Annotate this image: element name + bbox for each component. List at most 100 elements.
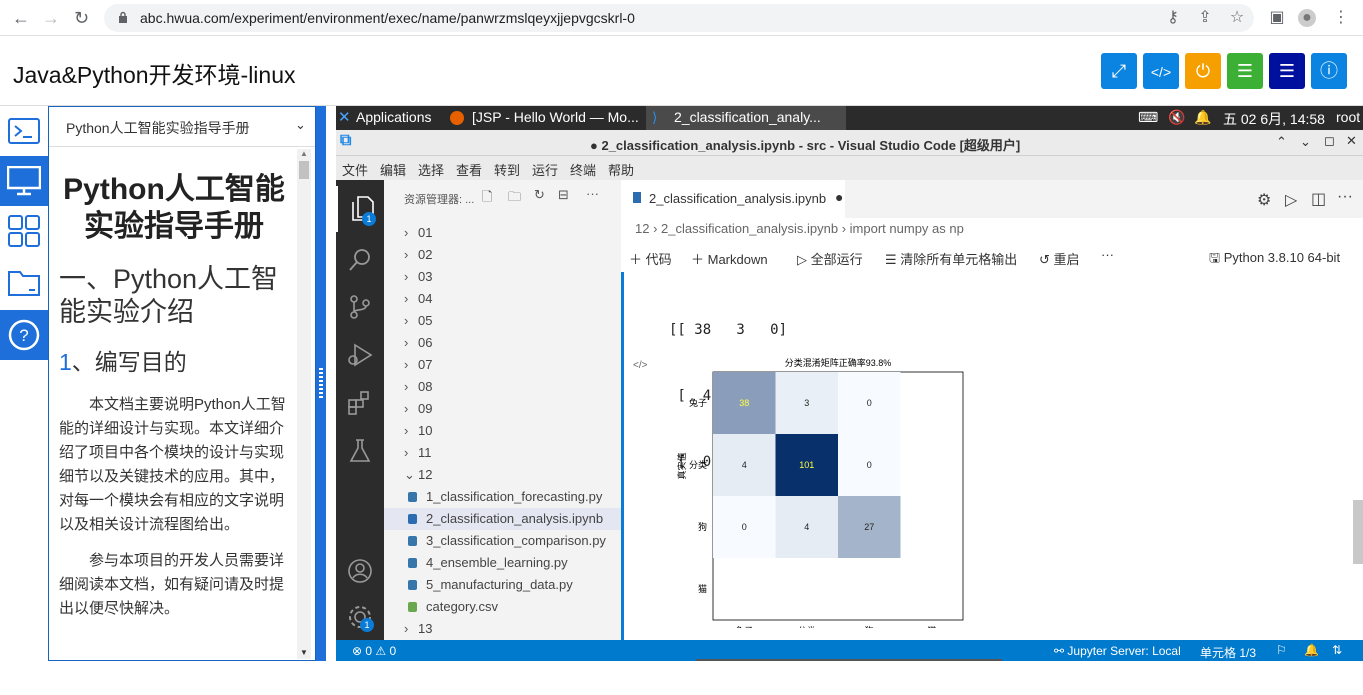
breadcrumb-symbol[interactable]: import numpy as np [850,221,964,236]
add-code-button[interactable]: ＋ 代码 [629,249,672,268]
star-icon[interactable]: ☆ [1228,9,1246,27]
new-folder-icon[interactable]: 🗀 [508,188,521,210]
tree-folder[interactable]: › 13 [384,618,621,640]
menu-go[interactable]: 转到 [494,160,520,179]
clear-outputs-button[interactable]: ☰ 清除所有单元格输出 [885,249,1017,268]
run-all-button[interactable]: ▷ 全部运行 [797,249,863,268]
debug-activity[interactable] [336,332,384,378]
back-icon[interactable]: ← [12,8,30,29]
editor-scrollbar-thumb[interactable] [1353,500,1363,564]
editor-more-icon[interactable]: ··· [1337,188,1353,206]
tree-file[interactable]: 1_classification_forecasting.py [384,486,621,508]
tree-file[interactable]: 4_ensemble_learning.py [384,552,621,574]
breadcrumb-file[interactable]: 2_classification_analysis.ipynb [661,221,838,236]
minimize-icon[interactable]: ⌃ [1276,134,1287,150]
task-jsp[interactable]: [JSP - Hello World — Mo... [472,109,639,125]
collapse-icon[interactable]: ⊟ [558,187,569,203]
tree-folder[interactable]: › 04 [384,288,621,310]
split-editor-icon[interactable]: ◫ [1311,189,1326,209]
settings-gear-icon[interactable]: ⚙ [1257,190,1271,210]
feedback-icon[interactable]: ⚐ [1276,643,1287,657]
unsaved-dot-icon[interactable]: ● [835,189,843,205]
fullscreen-button[interactable]: ⤢ [1101,53,1137,89]
mute-icon[interactable]: 🔇 [1168,109,1185,126]
extensions-activity[interactable] [336,380,384,426]
bell-icon[interactable]: 🔔 [1194,109,1211,126]
tree-file[interactable]: 3_classification_comparison.py [384,530,621,552]
keyboard-icon[interactable]: ⌨ [1138,109,1158,126]
toolbar-more-button[interactable]: ··· [1101,247,1114,262]
refresh-icon[interactable]: ↻ [534,187,545,203]
tree-folder[interactable]: › 03 [384,266,621,288]
restore-icon[interactable]: ⌄ [1300,134,1311,150]
cell-indicator[interactable]: 单元格 1/3 [1200,644,1256,661]
menu-run[interactable]: 运行 [532,160,558,179]
menu-dots-icon[interactable]: ⋮ [1332,9,1350,27]
list-button[interactable]: ☰ [1227,53,1263,89]
reset-button[interactable]: ⏻ [1185,53,1221,89]
forward-icon[interactable]: → [42,8,60,29]
address-bar[interactable]: abc.hwua.com/experiment/environment/exec… [104,4,1254,32]
xfce-icon[interactable]: ✕ [338,108,351,126]
tree-file[interactable]: 5_manufacturing_data.py [384,574,621,596]
notifications-icon[interactable]: 🔔 [1304,643,1319,657]
search-activity[interactable] [336,236,384,282]
tree-folder[interactable]: › 11 [384,442,621,464]
applications-menu[interactable]: Applications [356,109,432,125]
tree-folder[interactable]: › 05 [384,310,621,332]
tree-folder[interactable]: › 10 [384,420,621,442]
manual-select[interactable]: Python人工智能实验指导手册 ⌄ [49,107,315,147]
reload-icon[interactable]: ↻ [74,8,89,29]
menu-edit[interactable]: 编辑 [380,160,406,179]
manual-scrollbar[interactable]: ▲ ▼ [297,149,311,659]
editor-tab[interactable]: 2_classification_analysis.ipynb ● [621,180,845,218]
help-tool[interactable]: ? [0,310,48,360]
task-vscode[interactable]: ⟩ 2_classification_analy... [646,106,846,130]
tree-file[interactable]: category.csv [384,596,621,618]
tree-folder[interactable]: › 02 [384,244,621,266]
settings-activity[interactable]: 1 [336,596,384,640]
kernel-picker[interactable]: 🖫 Python 3.8.10 64-bit [1209,249,1340,271]
new-file-icon[interactable]: 🗋 [482,188,492,210]
menu-terminal[interactable]: 终端 [570,160,596,179]
sidepanel-icon[interactable]: ▣ [1268,9,1286,27]
maximize-icon[interactable]: ◻ [1324,133,1335,149]
tree-folder[interactable]: › 01 [384,222,621,244]
menu-file[interactable]: 文件 [342,160,368,179]
apps-tool[interactable] [0,206,48,256]
tree-folder[interactable]: › 09 [384,398,621,420]
folder-tool[interactable] [0,258,48,308]
tree-folder[interactable]: ⌄ 12 [384,464,621,486]
tree-folder[interactable]: › 07 [384,354,621,376]
toc-button[interactable]: ☰ [1269,53,1305,89]
desktop-tool[interactable] [0,156,48,206]
scm-activity[interactable] [336,284,384,330]
tree-folder[interactable]: › 08 [384,376,621,398]
key-icon[interactable]: ⚷ [1164,9,1182,27]
accounts-activity[interactable] [336,548,384,594]
testing-activity[interactable] [336,428,384,474]
code-button[interactable]: </> [1143,53,1179,89]
clock[interactable]: 五 02 6月, 14:58 [1223,109,1325,129]
menu-help[interactable]: 帮助 [608,160,634,179]
add-markdown-button[interactable]: ＋ Markdown [691,249,768,268]
tree-file[interactable]: 2_classification_analysis.ipynb [384,508,621,530]
sync-icon[interactable]: ⇅ [1332,643,1342,657]
menu-selection[interactable]: 选择 [418,160,444,179]
user-name[interactable]: root [1336,109,1360,125]
more-icon[interactable]: ··· [586,186,599,201]
share-icon[interactable]: ⇪ [1196,9,1214,27]
explorer-activity[interactable]: 1 [336,186,384,232]
profile-icon[interactable]: ● [1298,9,1316,27]
output-code-icon[interactable]: </> [633,360,647,371]
jupyter-server-status[interactable]: ⚯ Jupyter Server: Local [1054,644,1181,658]
problems-indicator[interactable]: ⊗ 0 ⚠ 0 [352,644,396,658]
info-button[interactable]: ⓘ [1311,53,1347,89]
tree-folder[interactable]: › 06 [384,332,621,354]
menu-view[interactable]: 查看 [456,160,482,179]
terminal-tool[interactable] [0,106,48,156]
restart-button[interactable]: ↺ 重启 [1039,249,1080,268]
close-icon[interactable]: ✕ [1346,133,1357,149]
panel-resizer[interactable] [316,106,326,661]
breadcrumb-folder[interactable]: 12 [635,221,649,236]
